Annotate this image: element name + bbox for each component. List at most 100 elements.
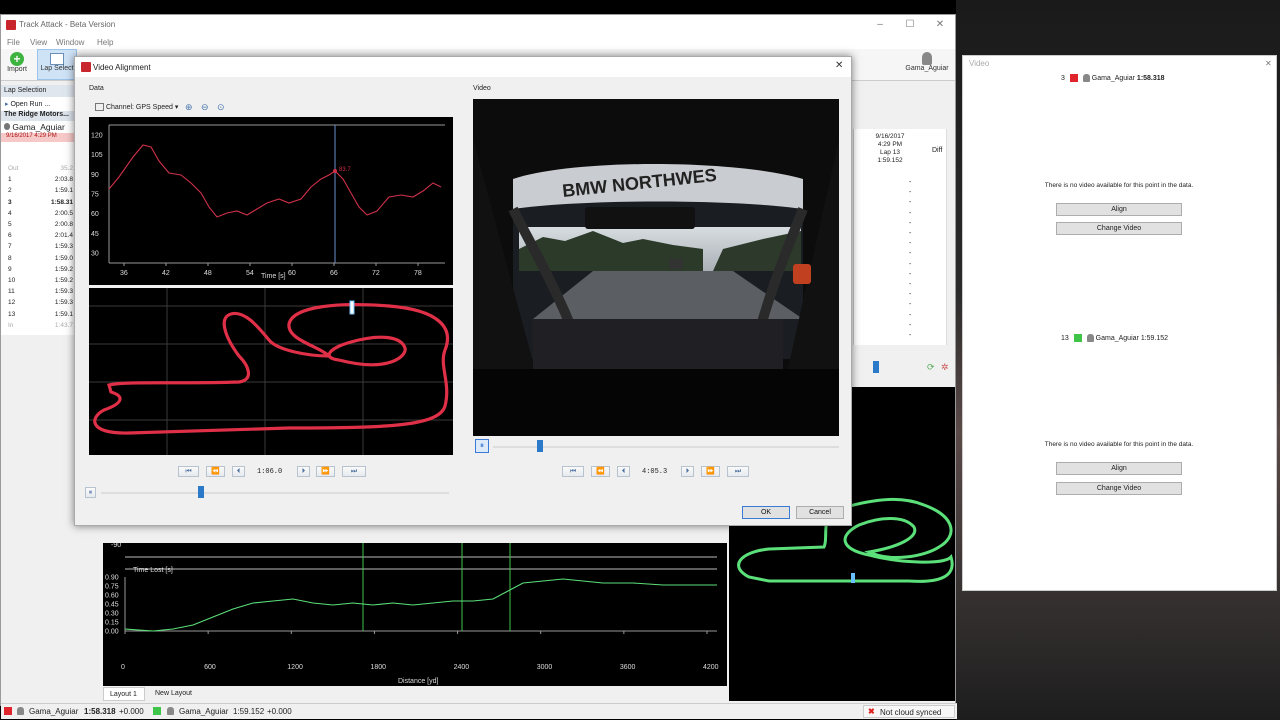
close-icon[interactable]: ✕	[933, 18, 947, 32]
driver-row[interactable]: Gama_Aguiar	[1, 122, 75, 132]
settings-icon[interactable]: ✲	[941, 362, 949, 373]
lap-row[interactable]: 7 1:59.3	[1, 241, 75, 252]
minimize-icon[interactable]: –	[873, 18, 887, 32]
lap-row[interactable]: 10 1:59.2	[1, 275, 75, 286]
tab-layout-1[interactable]: Layout 1	[103, 687, 145, 701]
lap-row[interactable]: 9 1:59.2	[1, 264, 75, 275]
menu-view[interactable]: View	[30, 38, 47, 47]
tab-new-layout[interactable]: New Layout	[151, 687, 203, 701]
x-tick-label: 60	[288, 270, 296, 277]
lap-number: 6	[8, 232, 12, 240]
gps-speed-chart[interactable]: 120 105 90 75 60 45 30 36 42 48 54 60 66 72 78 Time [s]…	[89, 117, 453, 285]
lap-row[interactable]: 11 1:59.3	[1, 286, 75, 297]
data-skip-forward-button[interactable]: ⏭	[342, 466, 366, 477]
driver-name: Gama_Aguiar	[12, 122, 65, 132]
track-map-chart[interactable]	[89, 288, 453, 455]
lap-select-button[interactable]: Lap Select	[37, 49, 77, 80]
menu-help[interactable]: Help	[97, 38, 113, 47]
data-step-back-button[interactable]: ⏪	[206, 466, 225, 477]
channel-selector[interactable]: Channel: GPS Speed ▾	[95, 103, 178, 112]
cancel-button[interactable]: Cancel	[796, 506, 844, 519]
user-button[interactable]: Gama_Aguiar	[901, 52, 953, 72]
menu-window[interactable]: Window	[56, 38, 84, 47]
lap-row[interactable]: 2 1:59.1	[1, 185, 75, 196]
open-run-button[interactable]: ▸ Open Run ...	[5, 100, 50, 108]
slot2-align-button[interactable]: Align	[1056, 462, 1182, 475]
lap-row[interactable]: 13 1:59.1	[1, 309, 75, 320]
video-frame-forward-button[interactable]: ⏵	[681, 466, 694, 477]
x-tick-label: 66	[330, 270, 338, 277]
zoom-fit-icon[interactable]: ⊙	[217, 102, 225, 113]
compare-header: 9/16/2017 4:29 PM Lap 13 1:59.152	[870, 133, 910, 165]
lap-row[interactable]: Out 35.2	[1, 163, 75, 174]
compare-lap: Lap 13	[880, 149, 900, 156]
slot1-align-button[interactable]: Align	[1056, 203, 1182, 216]
lap-row[interactable]: 6 2:01.4	[1, 230, 75, 241]
menu-file[interactable]: File	[7, 38, 20, 47]
sync-slider-thumb[interactable]	[873, 361, 879, 373]
slot2-lap: 13	[1061, 334, 1069, 342]
video-frame-back-button[interactable]: ⏴	[617, 466, 630, 477]
lap-row[interactable]: In 1:43.7	[1, 320, 75, 331]
diff-cell: -	[909, 270, 912, 278]
video-time-slider[interactable]	[493, 446, 839, 448]
dialog-title-bar: Video Alignment ✕	[75, 57, 851, 77]
video-pause-button[interactable]: ⏸	[475, 439, 489, 453]
slot2-change-video-button[interactable]: Change Video	[1056, 482, 1182, 495]
lap-row[interactable]: 3 1:58.31	[1, 197, 75, 208]
video-skip-back-button[interactable]: ⏮	[562, 466, 584, 477]
lap-row[interactable]: 4 2:00.5	[1, 208, 75, 219]
driver-icon	[4, 123, 10, 130]
video-skip-forward-button[interactable]: ⏭	[727, 466, 749, 477]
x-axis-label: Distance [yd]	[398, 678, 439, 685]
refresh-icon[interactable]: ⟳	[927, 362, 935, 373]
lap-row[interactable]: 12 1:59.3	[1, 297, 75, 308]
x-tick-label: 36	[120, 270, 128, 277]
speed-trace	[108, 144, 442, 218]
diff-cell: -	[909, 209, 912, 217]
table-scrollbar[interactable]	[946, 129, 955, 355]
lap-time: 1:59.2	[54, 277, 73, 284]
slot1-change-video-button[interactable]: Change Video	[1056, 222, 1182, 235]
lap-row[interactable]: 8 1:59.0	[1, 253, 75, 264]
session-date: 9/16/2017 4:29 PM	[1, 133, 75, 142]
panel-close-icon[interactable]: ✕	[1265, 59, 1272, 68]
window-title: Track Attack - Beta Version	[19, 20, 116, 29]
zoom-in-icon[interactable]: ⊕	[185, 102, 193, 113]
video-step-forward-button[interactable]: ⏩	[701, 466, 720, 477]
cloud-status[interactable]: ✖ Not cloud synced	[863, 705, 955, 718]
add-icon: +	[10, 52, 24, 66]
diff-header: Diff	[932, 147, 943, 154]
lap-row[interactable]: 5 2:00.8	[1, 219, 75, 230]
user-icon	[922, 52, 932, 65]
data-slider-thumb[interactable]	[198, 486, 204, 498]
data-step-forward-button[interactable]: ⏩	[316, 466, 335, 477]
data-skip-back-button[interactable]: ⏮	[178, 466, 199, 477]
video-slider-thumb[interactable]	[537, 440, 543, 452]
diff-cell: -	[909, 311, 912, 319]
data-pause-button[interactable]: ⏸	[85, 487, 96, 498]
video-frame[interactable]: BMW NORTHWES	[473, 99, 839, 436]
data-time-slider[interactable]	[101, 492, 449, 494]
import-button[interactable]: + Import	[4, 52, 30, 73]
slot2-driver-icon	[1086, 334, 1094, 342]
slot2-no-video-message: There is no video available for this poi…	[1044, 441, 1194, 448]
app-logo-icon	[6, 20, 16, 30]
diff-cell: -	[909, 332, 912, 339]
lap-select-label: Lap Select	[40, 65, 74, 72]
dialog-close-icon[interactable]: ✕	[835, 60, 843, 71]
video-step-back-button[interactable]: ⏪	[591, 466, 610, 477]
data-frame-forward-button[interactable]: ⏵	[297, 466, 310, 477]
slot1-driver-icon	[1082, 74, 1090, 82]
x-tick-label: 72	[372, 270, 380, 277]
maximize-icon[interactable]: ☐	[903, 18, 917, 32]
lap-time: 1:43.7	[54, 321, 73, 329]
lap-row[interactable]: 1 2:03.8	[1, 174, 75, 185]
import-label: Import	[7, 66, 27, 73]
zoom-out-icon[interactable]: ⊖	[201, 102, 209, 113]
top-tick-label: -90	[111, 543, 121, 549]
x-tick-label: 42	[162, 270, 170, 277]
error-icon: ✖	[868, 707, 875, 716]
data-frame-back-button[interactable]: ⏴	[232, 466, 245, 477]
ok-button[interactable]: OK	[742, 506, 790, 519]
